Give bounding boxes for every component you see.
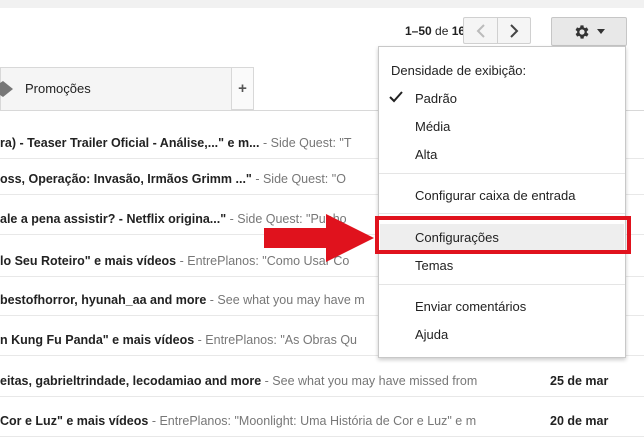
menu-item-configure-inbox[interactable]: Configurar caixa de entrada — [415, 188, 575, 203]
menu-item-density-high[interactable]: Alta — [415, 147, 437, 162]
chevron-right-icon — [510, 23, 519, 38]
menu-item-themes[interactable]: Temas — [415, 258, 453, 273]
settings-dropdown-menu: Densidade de exibição: Padrão Média Alta… — [378, 46, 626, 358]
checkmark-icon — [389, 91, 403, 103]
tab-promotions[interactable]: Promoções — [0, 67, 232, 110]
menu-item-density-default[interactable]: Padrão — [415, 91, 457, 106]
menu-item-send-feedback[interactable]: Enviar comentários — [415, 299, 526, 314]
email-subject: eitas, gabrieltrindade, lecodamiao and m… — [0, 374, 262, 388]
email-subject: Cor e Luz" e mais vídeos — [0, 414, 149, 428]
email-date: 25 de mar — [550, 374, 609, 388]
density-heading: Densidade de exibição: — [391, 63, 527, 78]
email-subject: ale a pena assistir? - Netflix origina..… — [0, 212, 227, 226]
red-arrow-icon — [264, 214, 374, 262]
email-subject: ra) - Teaser Trailer Oficial - Análise,.… — [0, 136, 260, 150]
top-bar — [0, 0, 644, 8]
email-snippet: - See what you may have m — [206, 293, 365, 307]
email-subject: n Kung Fu Panda" e mais vídeos — [0, 333, 195, 347]
settings-gear-button[interactable] — [551, 17, 627, 46]
menu-item-density-medium[interactable]: Média — [415, 119, 450, 134]
pagination-of: de — [435, 24, 449, 38]
menu-separator — [379, 213, 625, 214]
email-snippet: - EntrePlanos: "Moonlight: Uma História … — [148, 414, 477, 428]
menu-separator — [379, 284, 625, 285]
caret-down-icon — [597, 29, 605, 34]
email-subject: lo Seu Roteiro" e mais vídeos — [0, 254, 177, 268]
gear-icon — [575, 24, 589, 39]
menu-item-help[interactable]: Ajuda — [415, 327, 448, 342]
email-row[interactable]: Cor e Luz" e mais vídeos - EntrePlanos: … — [0, 405, 644, 437]
email-subject: bestofhorror, hyunah_aa and more — [0, 293, 207, 307]
email-row[interactable]: eitas, gabrieltrindade, lecodamiao and m… — [0, 365, 644, 397]
email-snippet: - See what you may have missed from — [261, 374, 478, 388]
highlight-box — [375, 216, 631, 254]
tab-promotions-label: Promoções — [25, 81, 91, 96]
email-snippet: - EntrePlanos: "As Obras Qu — [194, 333, 358, 347]
chevron-left-icon — [476, 23, 485, 38]
next-page-button[interactable] — [497, 17, 531, 44]
email-date: 20 de mar — [550, 414, 609, 428]
tag-icon — [0, 81, 13, 97]
email-subject: oss, Operação: Invasão, Irmãos Grimm ...… — [0, 172, 252, 186]
email-snippet: - Side Quest: "O — [251, 172, 346, 186]
menu-separator — [379, 173, 625, 174]
pagination-label: 1–50 de 168 — [405, 24, 472, 38]
email-snippet: - Side Quest: "T — [259, 136, 352, 150]
add-tab-button[interactable]: + — [232, 67, 254, 110]
pagination-range: 1–50 — [405, 24, 432, 38]
previous-page-button[interactable] — [463, 17, 497, 44]
